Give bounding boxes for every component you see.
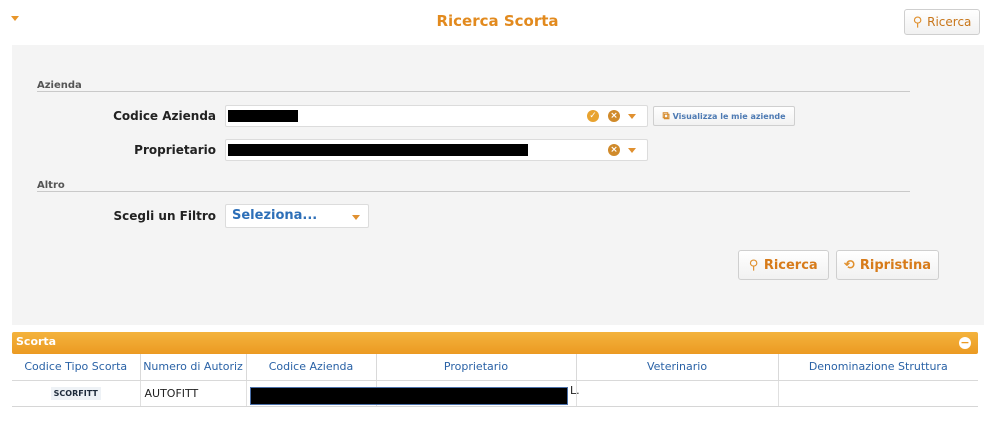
filter-label: Scegli un Filtro: [113, 209, 216, 223]
results-title: Scorta: [16, 335, 57, 348]
table-header-row: Codice Tipo Scorta Numero di Autoriz Cod…: [12, 354, 978, 381]
reset-button-label: Ripristina: [859, 257, 931, 273]
minus-circle-icon[interactable]: −: [959, 337, 971, 349]
column-header[interactable]: Codice Tipo Scorta: [12, 354, 141, 381]
cell-code-type: SCORFITT: [12, 380, 141, 407]
cell-facility: [778, 380, 978, 407]
chevron-down-icon: [352, 215, 360, 220]
top-bar: Ricerca Scorta ⚲ Ricerca: [0, 0, 995, 45]
x-circle-icon[interactable]: ×: [608, 144, 620, 156]
chevron-down-icon[interactable]: [628, 114, 636, 119]
column-header[interactable]: Codice Azienda: [246, 354, 377, 381]
view-companies-button[interactable]: ⧉ Visualizza le mie aziende: [653, 106, 795, 126]
check-circle-icon[interactable]: ✓: [587, 110, 599, 122]
search-button[interactable]: ⚲ Ricerca: [738, 250, 829, 280]
external-link-icon: ⧉: [662, 110, 670, 122]
refresh-icon: ⟳: [844, 257, 855, 273]
column-header[interactable]: Numero di Autoriz: [140, 354, 247, 381]
top-search-label: Ricerca: [927, 15, 972, 29]
company-code-field[interactable]: ✓ ×: [225, 105, 648, 127]
redacted-value: [228, 144, 528, 156]
top-search-button[interactable]: ⚲ Ricerca: [904, 9, 980, 35]
section-other-rule: [37, 191, 910, 192]
filter-select[interactable]: Seleziona...: [225, 204, 369, 228]
company-code-label: Codice Azienda: [113, 109, 216, 123]
redacted-value: [228, 110, 298, 122]
owner-suffix: L.: [570, 384, 580, 397]
reset-button[interactable]: ⟳ Ripristina: [836, 250, 939, 280]
page: Ricerca Scorta ⚲ Ricerca Azienda Codice …: [0, 0, 995, 421]
section-company-rule: [37, 91, 910, 92]
chevron-down-icon[interactable]: [628, 148, 636, 153]
owner-field[interactable]: ×: [225, 139, 648, 161]
owner-label: Proprietario: [134, 143, 216, 157]
search-panel: [12, 45, 984, 325]
search-button-label: Ricerca: [763, 257, 818, 273]
page-title: Ricerca Scorta: [436, 12, 559, 30]
column-header[interactable]: Proprietario: [376, 354, 577, 381]
column-header[interactable]: Denominazione Struttura: [778, 354, 978, 381]
code-type-value: SCORFITT: [50, 387, 101, 400]
section-company-label: Azienda: [37, 80, 82, 91]
redacted-value: [250, 387, 568, 405]
x-circle-icon[interactable]: ×: [608, 110, 620, 122]
results-header: Scorta −: [12, 332, 978, 354]
magnifier-icon: ⚲: [749, 257, 759, 273]
filter-select-value: Seleziona...: [232, 208, 318, 223]
section-other-label: Altro: [37, 180, 65, 191]
column-header[interactable]: Veterinario: [576, 354, 779, 381]
cell-auth-number: AUTOFITT: [140, 380, 247, 407]
cell-vet: [576, 380, 779, 407]
view-companies-label: Visualizza le mie aziende: [672, 111, 786, 121]
magnifier-icon: ⚲: [912, 14, 923, 30]
